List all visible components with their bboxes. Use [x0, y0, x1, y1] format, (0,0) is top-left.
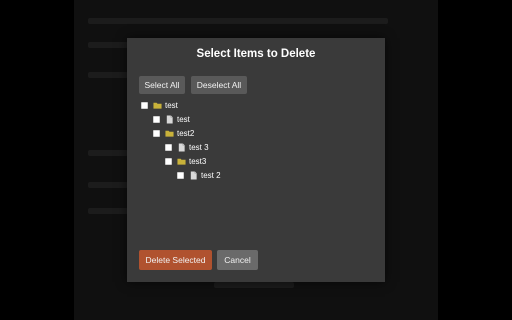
tree-item: test 3 — [165, 141, 209, 153]
tree-item-checkbox[interactable] — [165, 157, 172, 165]
tree-item-label: test 3 — [189, 142, 209, 152]
file-icon — [166, 114, 173, 124]
background-text-line — [214, 282, 294, 288]
tree-item: test — [141, 99, 178, 111]
tree-item-label: test 2 — [201, 170, 221, 180]
tree-item: test 2 — [177, 169, 221, 181]
background-text-line — [88, 18, 388, 24]
background-text-line — [88, 42, 128, 48]
tree-item-checkbox[interactable] — [153, 115, 160, 123]
tree-item-checkbox[interactable] — [141, 101, 148, 109]
folder-icon — [153, 102, 162, 109]
background-text-line — [88, 150, 128, 156]
file-icon — [178, 142, 185, 152]
delete-selected-button[interactable]: Delete Selected — [139, 250, 212, 270]
tree-item: test3 — [165, 155, 206, 167]
background-text-line — [88, 182, 128, 188]
tree-item-label: test — [177, 114, 190, 124]
tree-item-label: test3 — [189, 156, 207, 166]
tree-item-checkbox[interactable] — [153, 129, 160, 137]
delete-items-dialog: Select Items to Delete Select All Desele… — [127, 38, 385, 282]
tree-item: test — [153, 113, 190, 125]
tree-item-checkbox[interactable] — [165, 143, 172, 151]
background-text-line — [88, 72, 128, 78]
file-tree: test test test2 test 3 test3 test 2 — [127, 38, 385, 282]
folder-icon — [177, 158, 186, 165]
file-icon — [190, 170, 197, 180]
tree-item-checkbox[interactable] — [177, 171, 184, 179]
tree-item: test2 — [153, 127, 194, 139]
background-text-line — [88, 208, 128, 214]
tree-item-label: test — [165, 100, 178, 110]
folder-icon — [165, 130, 174, 137]
cancel-button[interactable]: Cancel — [217, 250, 258, 270]
tree-item-label: test2 — [177, 128, 195, 138]
